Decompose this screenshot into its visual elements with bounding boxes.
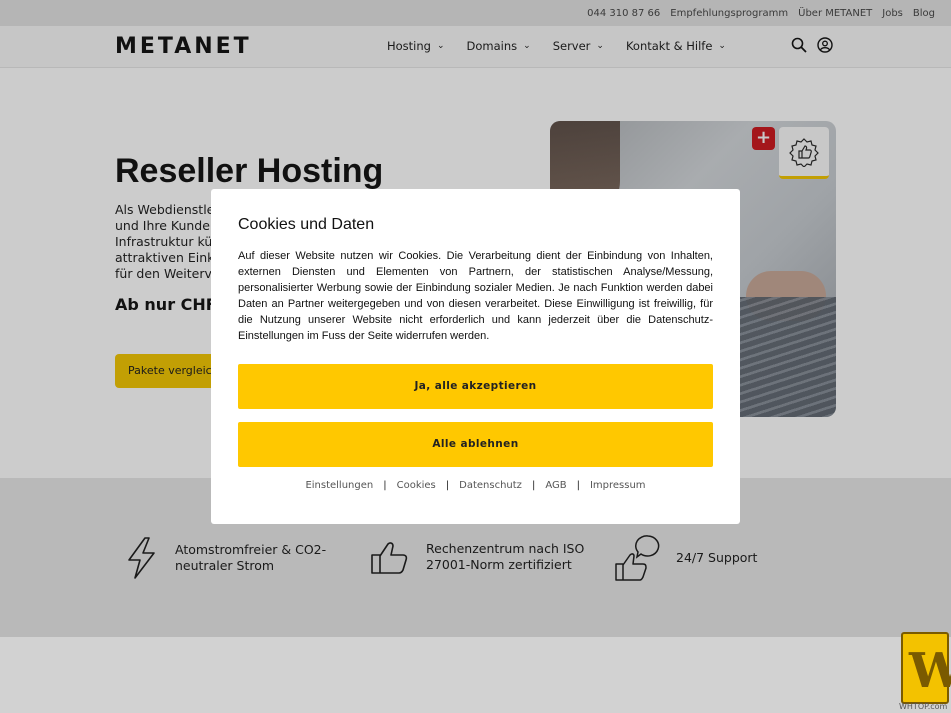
- nav-label: Domains: [466, 39, 518, 53]
- support-chat-icon: [615, 535, 660, 581]
- thumbs-up-badge-icon: [789, 138, 819, 167]
- feature-text-line: Atomstromfreier & CO2-: [175, 542, 327, 557]
- metanet-logo[interactable]: METANET: [115, 34, 252, 59]
- jobs-link[interactable]: Jobs: [882, 8, 903, 19]
- dialog-links: Einstellungen | Cookies | Datenschutz | …: [211, 480, 740, 491]
- thumbs-up-icon: [371, 542, 408, 574]
- link-separator: |: [445, 480, 450, 491]
- chevron-down-icon: ⌄: [596, 41, 604, 51]
- feature-text-line: 24/7 Support: [676, 550, 758, 565]
- nav-icons: [791, 37, 833, 53]
- nav-item-server[interactable]: Server ⌄: [553, 39, 604, 53]
- swiss-flag-icon: +: [752, 127, 775, 150]
- top-links: 044 310 87 66 Empfehlungsprogramm Über M…: [587, 8, 935, 19]
- feature-item: Rechenzentrum nach ISO 27001-Norm zertif…: [370, 539, 584, 575]
- chevron-down-icon: ⌄: [718, 41, 726, 51]
- terms-link[interactable]: AGB: [545, 480, 566, 491]
- search-icon[interactable]: [791, 37, 807, 53]
- nav-label: Kontakt & Hilfe: [625, 39, 713, 53]
- settings-link[interactable]: Einstellungen: [305, 480, 373, 491]
- nav-item-kontakt[interactable]: Kontakt & Hilfe ⌄: [626, 39, 726, 53]
- bottom-section: [0, 637, 951, 713]
- blog-link[interactable]: Blog: [913, 8, 935, 19]
- feature-item: Atomstromfreier & CO2- neutraler Strom: [123, 536, 326, 580]
- main-navbar: METANET Hosting ⌄ Domains ⌄ Server ⌄ Kon…: [0, 26, 951, 68]
- whtop-watermark: W WHTOP.com: [899, 630, 951, 713]
- link-separator: |: [531, 480, 536, 491]
- referral-link[interactable]: Empfehlungsprogramm: [670, 8, 788, 19]
- top-bar: 044 310 87 66 Empfehlungsprogramm Über M…: [0, 0, 951, 26]
- accept-all-button[interactable]: Ja, alle akzeptieren: [238, 364, 713, 409]
- main-nav: Hosting ⌄ Domains ⌄ Server ⌄ Kontakt & H…: [387, 39, 726, 53]
- page-title: Reseller Hosting: [115, 152, 384, 190]
- user-icon[interactable]: [817, 37, 833, 53]
- imprint-link[interactable]: Impressum: [590, 480, 646, 491]
- nav-item-hosting[interactable]: Hosting ⌄: [387, 39, 445, 53]
- cookie-consent-dialog: Cookies und Daten Auf dieser Website nut…: [211, 189, 740, 524]
- feature-text-line: neutraler Strom: [175, 558, 275, 573]
- feature-text-line: Rechenzentrum nach ISO: [426, 541, 585, 556]
- nav-item-domains[interactable]: Domains ⌄: [467, 39, 531, 53]
- dialog-title: Cookies und Daten: [238, 216, 375, 233]
- link-separator: |: [383, 480, 387, 491]
- watermark-logo: W: [909, 643, 951, 699]
- chevron-down-icon: ⌄: [523, 41, 531, 51]
- nav-label: Hosting: [387, 39, 431, 53]
- watermark-box: W: [901, 632, 951, 704]
- phone-link[interactable]: 044 310 87 66: [587, 8, 660, 19]
- chevron-down-icon: ⌄: [436, 41, 445, 51]
- nav-label: Server: [552, 39, 591, 53]
- feature-item: 24/7 Support: [614, 534, 757, 582]
- feature-text-line: 27001-Norm zertifiziert: [426, 557, 572, 572]
- lightning-icon: [128, 537, 155, 579]
- about-link[interactable]: Über METANET: [798, 8, 872, 19]
- cookies-link[interactable]: Cookies: [397, 480, 436, 491]
- quality-badge: [779, 127, 829, 179]
- privacy-link[interactable]: Datenschutz: [459, 480, 522, 491]
- watermark-text: WHTOP.com: [899, 702, 948, 711]
- dialog-body: Auf dieser Website nutzen wir Cookies. D…: [238, 250, 713, 342]
- reject-all-button[interactable]: Alle ablehnen: [238, 422, 713, 467]
- link-separator: |: [576, 480, 580, 491]
